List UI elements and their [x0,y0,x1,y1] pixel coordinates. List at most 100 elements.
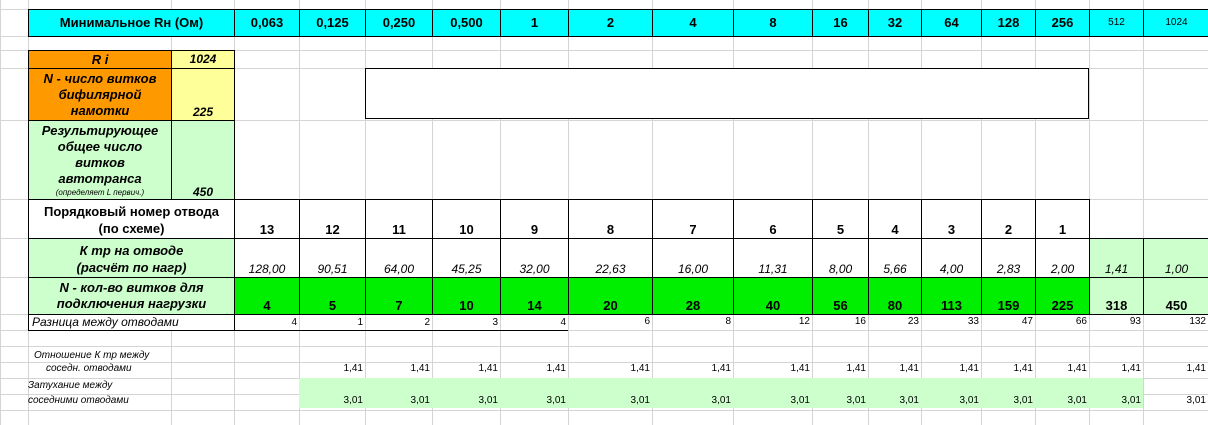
ktr-label-cell[interactable]: К тр на отводе (расчёт по нагр) [28,238,235,278]
diff-value-cell[interactable]: 23 [868,314,921,331]
header-value-cell[interactable]: 0,063 [234,9,300,37]
diff-value-cell[interactable]: 33 [921,314,981,331]
ktr-value-cell[interactable]: 32,00 [500,238,569,278]
ratio-value-cell[interactable]: 1,41 [299,363,365,377]
ratio-value-cell[interactable]: 1,41 [568,363,652,377]
header-value-cell[interactable]: 1024 [1143,9,1208,37]
turns-label-cell[interactable]: N - кол-во витков для подключения нагруз… [28,277,235,315]
diff-value-cell[interactable]: 3 [432,314,500,331]
tap-number-cell[interactable]: 13 [234,199,300,239]
result-label-cell[interactable]: Результирующее общее число витков автотр… [28,120,172,200]
header-value-cell[interactable]: 256 [1035,9,1090,37]
turns-value-cell[interactable]: 40 [733,277,813,315]
tap-number-cell[interactable]: 5 [812,199,869,239]
ratio-value-cell[interactable]: 1,41 [652,363,733,377]
atten-value-cell[interactable]: 3,01 [812,395,868,409]
ratio-value-cell[interactable]: 1,41 [868,363,921,377]
tap-number-cell[interactable]: 11 [365,199,433,239]
tap-number-cell[interactable]: 10 [432,199,501,239]
turns-value-cell[interactable]: 20 [568,277,653,315]
empty-merged-box[interactable] [365,68,1089,119]
atten-value-cell[interactable]: 3,01 [1035,395,1089,409]
ratio-value-cell[interactable]: 1,41 [1035,363,1089,377]
turns-value-cell[interactable]: 450 [1143,277,1208,315]
turns-value-cell[interactable]: 14 [500,277,569,315]
n-label-cell[interactable]: N - число витков бифилярной намотки [28,68,172,121]
ktr-value-cell[interactable]: 64,00 [365,238,433,278]
turns-value-cell[interactable]: 225 [1035,277,1090,315]
turns-value-cell[interactable]: 28 [652,277,734,315]
turns-value-cell[interactable]: 4 [234,277,300,315]
atten-value-cell[interactable]: 3,01 [868,395,921,409]
ktr-value-cell[interactable]: 11,31 [733,238,813,278]
diff-value-cell[interactable]: 66 [1035,314,1089,331]
ktr-value-cell[interactable]: 16,00 [652,238,734,278]
diff-value-cell[interactable]: 16 [812,314,868,331]
turns-value-cell[interactable]: 80 [868,277,922,315]
atten-value-cell[interactable]: 3,01 [365,395,432,409]
atten-value-cell[interactable]: 3,01 [652,395,733,409]
turns-value-cell[interactable]: 7 [365,277,433,315]
atten-value-cell[interactable]: 3,01 [733,395,812,409]
ktr-value-cell[interactable]: 90,51 [299,238,366,278]
header-label-cell[interactable]: Минимальное Rн (Ом) [28,9,235,37]
ktr-value-cell[interactable]: 128,00 [234,238,300,278]
ratio-value-cell[interactable]: 1,41 [1143,363,1208,377]
atten-value-cell[interactable]: 3,01 [921,395,981,409]
diff-value-cell[interactable]: 2 [365,314,432,331]
atten-value-cell[interactable]: 3,01 [299,395,365,409]
tap-number-cell[interactable]: 6 [733,199,813,239]
tap-number-cell[interactable]: 12 [299,199,366,239]
header-value-cell[interactable]: 0,500 [432,9,501,37]
diff-value-cell[interactable]: 4 [234,314,299,331]
result-value-cell[interactable]: 450 [171,120,235,200]
ktr-value-cell[interactable]: 5,66 [868,238,922,278]
ktr-value-cell[interactable]: 4,00 [921,238,982,278]
ratio-value-cell[interactable]: 1,41 [981,363,1035,377]
atten-value-cell[interactable]: 3,01 [1089,395,1143,409]
tap-number-cell[interactable]: 9 [500,199,569,239]
ktr-value-cell[interactable]: 1,41 [1089,238,1144,278]
diff-label-cell[interactable]: Разница между отводами [28,314,235,331]
ri-value-cell[interactable]: 1024 [171,50,235,69]
atten-value-cell[interactable]: 3,01 [432,395,500,409]
turns-value-cell[interactable]: 159 [981,277,1036,315]
tap-number-cell[interactable]: 4 [868,199,922,239]
ratio-value-cell[interactable]: 1,41 [365,363,432,377]
header-value-cell[interactable]: 64 [921,9,982,37]
tap-number-cell[interactable]: 7 [652,199,734,239]
header-value-cell[interactable]: 0,250 [365,9,433,37]
ktr-value-cell[interactable]: 1,00 [1143,238,1208,278]
turns-value-cell[interactable]: 113 [921,277,982,315]
ratio-value-cell[interactable]: 1,41 [1089,363,1143,377]
ratio-value-cell[interactable]: 1,41 [733,363,812,377]
ktr-value-cell[interactable]: 2,83 [981,238,1036,278]
ratio-value-cell[interactable]: 1,41 [500,363,568,377]
tap-number-cell[interactable]: 8 [568,199,653,239]
turns-value-cell[interactable]: 56 [812,277,869,315]
header-value-cell[interactable]: 512 [1089,9,1144,37]
ktr-value-cell[interactable]: 45,25 [432,238,501,278]
diff-value-cell[interactable]: 1 [299,314,365,331]
header-value-cell[interactable]: 4 [652,9,734,37]
atten-value-cell[interactable]: 3,01 [1143,395,1208,409]
diff-value-cell[interactable]: 6 [568,314,652,331]
turns-value-cell[interactable]: 10 [432,277,501,315]
tap-number-cell[interactable]: 1 [1035,199,1090,239]
atten-value-cell[interactable]: 3,01 [568,395,652,409]
diff-value-cell[interactable]: 47 [981,314,1035,331]
ktr-value-cell[interactable]: 2,00 [1035,238,1090,278]
header-value-cell[interactable]: 0,125 [299,9,366,37]
header-value-cell[interactable]: 8 [733,9,813,37]
diff-value-cell[interactable]: 12 [733,314,812,331]
diff-value-cell[interactable]: 4 [500,314,568,331]
ratio-value-cell[interactable]: 1,41 [921,363,981,377]
header-value-cell[interactable]: 2 [568,9,653,37]
tap-number-cell[interactable]: 3 [921,199,982,239]
header-value-cell[interactable]: 1 [500,9,569,37]
ktr-value-cell[interactable]: 22,63 [568,238,653,278]
diff-value-cell[interactable]: 93 [1089,314,1143,331]
tap-number-cell[interactable]: 2 [981,199,1036,239]
ktr-value-cell[interactable]: 8,00 [812,238,869,278]
diff-value-cell[interactable]: 8 [652,314,733,331]
